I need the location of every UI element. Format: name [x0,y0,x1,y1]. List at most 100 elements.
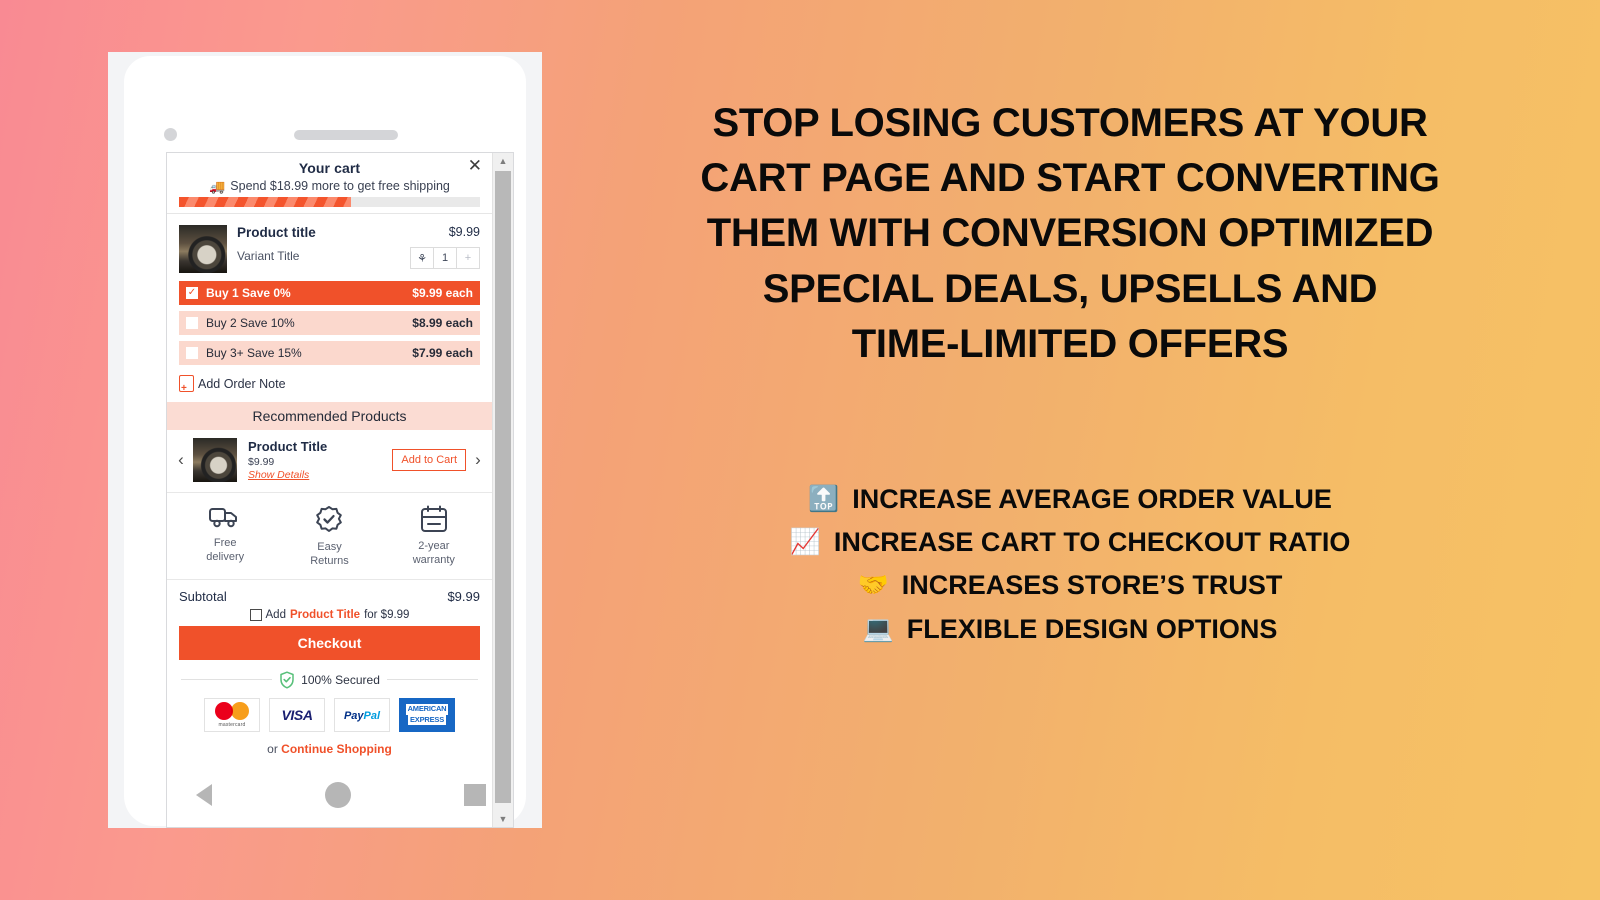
free-shipping-text: Spend $18.99 more to get free shipping [230,179,450,193]
tier-checkbox[interactable] [186,317,198,329]
subtotal-value: $9.99 [447,588,480,604]
benefits-list: 🔝 INCREASE AVERAGE ORDER VALUE 📈 INCREAS… [600,478,1540,651]
page-title: Your cart [298,160,361,176]
tier-option-3[interactable]: Buy 3+ Save 15% $7.99 each [179,341,480,365]
home-circle-icon[interactable] [324,782,351,808]
back-triangle-icon[interactable] [196,784,213,806]
tier-option-1[interactable]: ✓ Buy 1 Save 0% $9.99 each [179,281,480,305]
add-order-note-button[interactable]: Add Order Note [167,371,492,402]
quantity-increase-button[interactable]: + [457,248,479,268]
scrollbar-track[interactable] [493,169,513,811]
scrollbar-up-icon[interactable]: ▲ [493,153,513,169]
phone-nav-bar [140,774,542,816]
subtotal-row: Subtotal $9.99 [167,580,492,606]
laptop-icon: 💻 [862,614,894,643]
progress-fill [179,197,351,207]
shield-check-icon [280,670,294,689]
top-arrow-icon: 🔝 [808,485,840,514]
trust-badge-line2: Returns [310,554,349,567]
divider [181,679,273,680]
tier-checkbox[interactable]: ✓ [186,287,198,299]
note-add-icon [179,375,194,394]
add-to-cart-button[interactable]: Add to Cart [392,449,466,471]
paypal-label-1: Pay [343,709,364,722]
recommended-carousel: ‹ Product Title $9.99 Show Details Add t… [167,430,492,493]
benefit-item-4: 💻 FLEXIBLE DESIGN OPTIONS [600,608,1540,651]
secured-label: 100% Secured [301,672,380,687]
benefit-label: INCREASES STORE’S TRUST [901,570,1283,601]
trust-badge-line2: warranty [412,553,455,566]
benefit-label: INCREASE AVERAGE ORDER VALUE [852,484,1332,514]
addon-price-label: for $9.99 [364,608,410,621]
visa-icon: VISA [269,697,325,732]
tier-label: Buy 3+ Save 15% [206,346,302,360]
quantity-stepper[interactable]: ⚘ 1 + [410,247,480,269]
addon-checkbox[interactable] [249,608,262,621]
product-title: Product title [237,225,316,240]
carousel-next-icon[interactable]: › [470,450,486,470]
recents-square-icon[interactable] [463,784,486,806]
trust-badge-line1: 2-year [418,540,450,552]
cart-line-item: Product title Variant Title $9.99 ⚘ 1 + [167,216,492,277]
divider [386,679,479,680]
trust-badge-line1: Easy [317,541,342,553]
trust-badge-warranty: 2-year warranty [382,505,486,569]
continue-or-label: or [267,741,278,756]
secured-row: 100% Secured [167,660,492,689]
divider [167,213,492,214]
scrollbar[interactable]: ▲ ▼ [492,153,513,827]
headline-block: STOP LOSING CUSTOMERS AT YOUR CART PAGE … [600,96,1540,372]
benefit-item-2: 📈 INCREASE CART TO CHECKOUT RATIO [600,521,1540,564]
volume-discount-list: ✓ Buy 1 Save 0% $9.99 each Buy 2 Save 10… [167,277,492,371]
benefit-label: FLEXIBLE DESIGN OPTIONS [906,613,1278,644]
amex-icon: AMERICAN EXPRESS [399,697,455,732]
recommended-thumbnail [193,438,237,482]
free-shipping-progress [179,197,480,207]
mastercard-icon: mastercard [204,697,260,732]
benefit-item-1: 🔝 INCREASE AVERAGE ORDER VALUE [600,478,1540,521]
payment-methods: mastercard VISA PayPal AMERICAN EXPRESS [167,689,492,738]
cart-drawer-screen: Your cart ✕ 🚚 Spend $18.99 more to get f… [166,152,514,828]
recommended-price: $9.99 [248,456,275,468]
carousel-prev-icon[interactable]: ‹ [173,450,189,470]
headline-line-4: SPECIAL DEALS, UPSELLS AND [762,266,1378,311]
chart-increasing-icon: 📈 [789,528,821,557]
headline-line-5: TIME-LIMITED OFFERS [851,321,1289,366]
addon-offer-row[interactable]: Add Product Title for $9.99 [167,606,492,626]
speaker-grill-icon [294,130,398,140]
truck-icon [209,508,238,528]
trust-badge-free-delivery: Free delivery [173,505,277,569]
paypal-label-2: Pal [363,709,381,722]
tier-price: $8.99 each [412,316,473,330]
trust-badge-easy-returns: Easy Returns [277,505,381,569]
recommended-heading: Recommended Products [167,402,492,430]
visa-label: VISA [281,706,313,723]
continue-shopping-row: or Continue Shopping [167,738,492,764]
headline-line-3: THEM WITH CONVERSION OPTIMIZED [706,211,1434,256]
trust-badge-line2: delivery [206,550,245,563]
calendar-icon [420,505,447,532]
tier-option-2[interactable]: Buy 2 Save 10% $8.99 each [179,311,480,335]
checkout-button[interactable]: Checkout [179,625,480,660]
headline-line-2: CART PAGE AND START CONVERTING [700,156,1440,201]
subtotal-label: Subtotal [179,588,227,604]
benefit-label: INCREASE CART TO CHECKOUT RATIO [833,527,1351,558]
trust-badges: Free delivery Easy Returns 2-year warran… [167,493,492,580]
headline-line-1: STOP LOSING CUSTOMERS AT YOUR [712,101,1428,145]
continue-shopping-link[interactable]: Continue Shopping [281,742,392,756]
trash-icon[interactable]: ⚘ [411,248,434,268]
scrollbar-thumb[interactable] [495,171,511,803]
tier-checkbox[interactable] [186,347,198,359]
free-shipping-message: 🚚 Spend $18.99 more to get free shipping [167,176,492,197]
paypal-icon: PayPal [334,697,390,732]
cart-header: Your cart ✕ 🚚 Spend $18.99 more to get f… [167,153,492,216]
show-details-link[interactable]: Show Details [248,469,388,481]
benefit-item-3: 🤝 INCREASES STORE’S TRUST [600,564,1540,607]
promo-banner: Your cart ✕ 🚚 Spend $18.99 more to get f… [0,0,1600,900]
quantity-value: 1 [434,248,457,268]
addon-add-label: Add [265,608,286,621]
tier-price: $7.99 each [412,346,473,360]
handshake-icon: 🤝 [857,571,889,600]
camera-dot-icon [164,128,177,141]
close-icon[interactable]: ✕ [468,157,482,174]
